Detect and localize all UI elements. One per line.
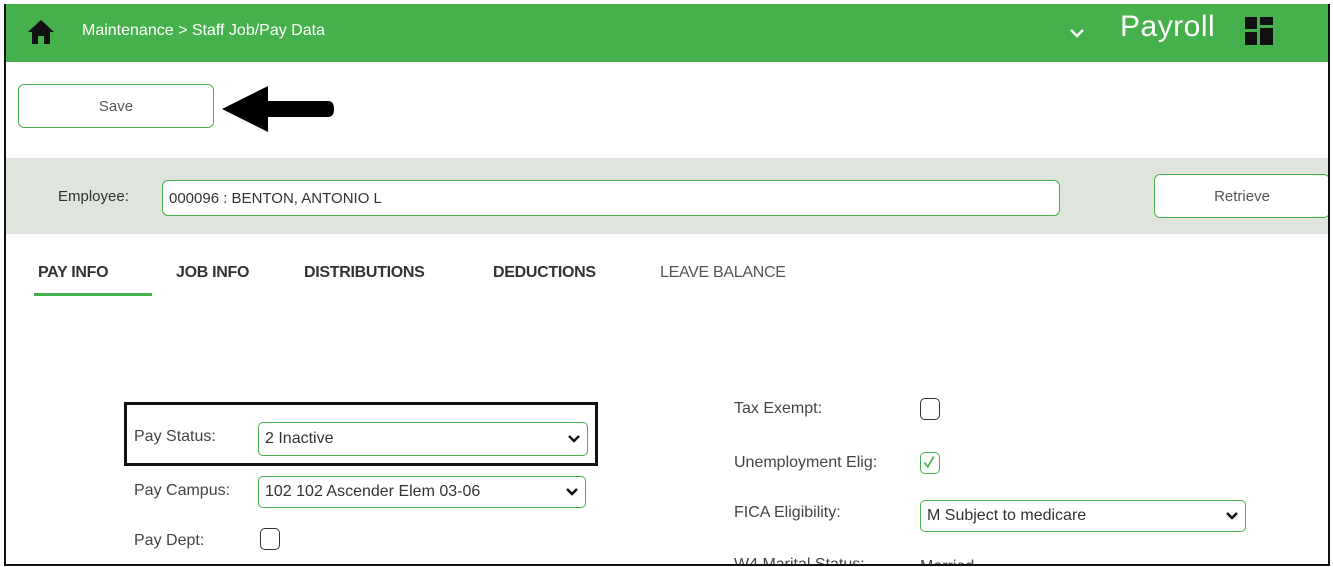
- tab-deductions[interactable]: DEDUCTIONS: [493, 264, 596, 282]
- employee-bar: Employee: 000096 : BENTON, ANTONIO L Ret…: [6, 158, 1328, 234]
- left-arrow-icon: [222, 86, 334, 132]
- tab-distributions[interactable]: DISTRIBUTIONS: [304, 264, 425, 282]
- tab-job-info[interactable]: JOB INFO: [176, 264, 249, 282]
- pay-status-select[interactable]: 2 Inactive: [258, 422, 588, 456]
- chevron-down-icon: [568, 435, 580, 443]
- tab-pay-info[interactable]: PAY INFO: [38, 264, 109, 282]
- pay-dept-checkbox[interactable]: [260, 528, 280, 550]
- apps-grid-icon[interactable]: [1244, 16, 1274, 46]
- active-tab-indicator: [34, 293, 152, 296]
- save-button[interactable]: Save: [18, 84, 214, 128]
- tab-leave-balance[interactable]: LEAVE BALANCE: [660, 264, 786, 282]
- toolbar: Save: [6, 62, 1328, 158]
- pay-status-label: Pay Status:: [134, 428, 216, 445]
- app-window: Maintenance > Staff Job/Pay Data Payroll…: [4, 4, 1330, 566]
- pay-campus-label: Pay Campus:: [134, 482, 231, 499]
- fica-eligibility-select[interactable]: M Subject to medicare: [920, 500, 1246, 532]
- home-icon[interactable]: [26, 18, 56, 46]
- unemployment-elig-label: Unemployment Elig:: [734, 454, 878, 471]
- module-title[interactable]: Payroll: [1120, 10, 1215, 44]
- breadcrumb: Maintenance > Staff Job/Pay Data: [82, 22, 325, 39]
- w4-marital-status-value: Married: [920, 558, 974, 564]
- chevron-down-icon: [566, 488, 578, 496]
- pay-status-value: 2 Inactive: [265, 430, 334, 447]
- chevron-down-icon: [1226, 512, 1238, 520]
- checkmark-icon: [923, 456, 935, 469]
- employee-input[interactable]: 000096 : BENTON, ANTONIO L: [162, 180, 1060, 216]
- pay-dept-label: Pay Dept:: [134, 532, 205, 549]
- tax-exempt-label: Tax Exempt:: [734, 400, 823, 417]
- chevron-down-icon[interactable]: [1066, 22, 1088, 44]
- retrieve-button[interactable]: Retrieve: [1154, 174, 1328, 218]
- w4-marital-status-label: W4 Marital Status:: [734, 556, 865, 566]
- unemployment-elig-checkbox[interactable]: [920, 452, 940, 474]
- fica-eligibility-value: M Subject to medicare: [927, 507, 1087, 524]
- fica-eligibility-label: FICA Eligibility:: [734, 504, 841, 521]
- tab-bar: PAY INFO JOB INFO DISTRIBUTIONS DEDUCTIO…: [6, 234, 1328, 304]
- tax-exempt-checkbox[interactable]: [920, 398, 940, 420]
- employee-label: Employee:: [58, 188, 129, 205]
- top-header: Maintenance > Staff Job/Pay Data Payroll: [6, 4, 1328, 62]
- pay-campus-select[interactable]: 102 102 Ascender Elem 03-06: [258, 476, 586, 508]
- pay-campus-value: 102 102 Ascender Elem 03-06: [265, 483, 481, 500]
